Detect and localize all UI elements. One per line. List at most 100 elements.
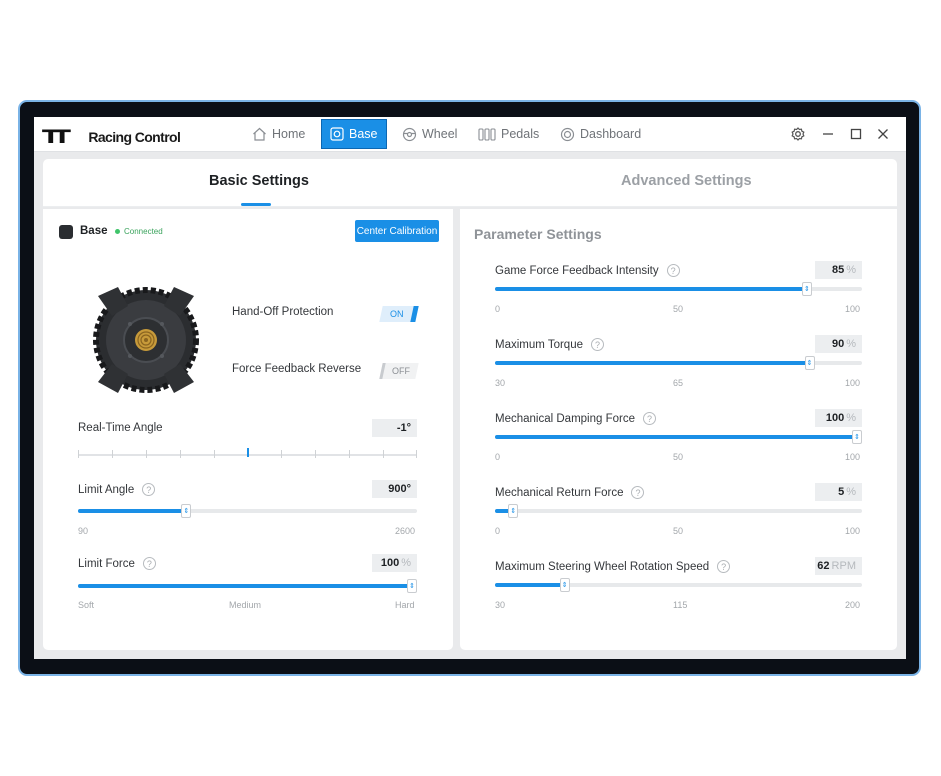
dashboard-icon [560, 127, 575, 141]
connection-status-text: Connected [124, 227, 163, 236]
param-label: Maximum Steering Wheel Rotation Speed ? [495, 560, 731, 573]
slider-handle[interactable]: ⇕ [559, 578, 570, 592]
help-icon[interactable]: ? [717, 560, 731, 573]
help-icon[interactable]: ? [591, 338, 604, 351]
param-value[interactable]: 100% [815, 409, 862, 427]
param-slider[interactable]: ⇕ [495, 504, 862, 518]
param-slider[interactable]: ⇕ [495, 578, 862, 592]
close-button[interactable] [875, 126, 891, 142]
param-scale-mid: 50 [673, 452, 684, 462]
slider-handle[interactable]: ⇕ [801, 282, 812, 296]
settings-tabs: Basic Settings Advanced Settings [43, 159, 897, 207]
angle-tick [78, 450, 79, 458]
help-icon[interactable]: ? [142, 557, 156, 570]
close-icon [878, 129, 888, 139]
nav-dashboard[interactable]: Dashboard [560, 119, 641, 149]
angle-tick [180, 450, 181, 458]
limit-angle-min: 90 [78, 526, 89, 536]
angle-tick [281, 450, 282, 458]
minimize-icon [823, 133, 833, 135]
limit-force-value[interactable]: 100% [372, 554, 417, 572]
tab-basic-settings[interactable]: Basic Settings [209, 173, 309, 189]
param-scale-min: 30 [495, 600, 506, 610]
nav-base[interactable]: Base [321, 119, 387, 149]
param-value[interactable]: 5% [815, 483, 862, 501]
param-value[interactable]: 62 RPM [815, 557, 862, 575]
nav-home[interactable]: Home [252, 119, 305, 149]
angle-tick [214, 450, 215, 458]
maximize-button[interactable] [848, 126, 864, 142]
hand-off-protection-label: Hand-Off Protection [232, 306, 334, 318]
limit-force-label: Limit Force ? [78, 557, 156, 570]
settings-button[interactable] [790, 126, 806, 142]
limit-force-text: Limit Force [78, 557, 135, 570]
param-label: Game Force Feedback Intensity ? [495, 264, 680, 277]
help-icon[interactable]: ? [642, 412, 656, 425]
limit-force-slider[interactable]: ⇕ [78, 579, 417, 593]
angle-tick [315, 450, 316, 458]
param-label: Mechanical Return Force ? [495, 486, 645, 499]
param-label-text: Mechanical Return Force [495, 486, 624, 499]
param-label-text: Maximum Torque [495, 338, 583, 351]
slider-fill [495, 583, 565, 587]
param-label-text: Mechanical Damping Force [495, 412, 635, 425]
slider-handle[interactable]: ⇕ [181, 504, 192, 518]
maximize-icon [850, 128, 862, 140]
limit-angle-label: Limit Angle ? [78, 483, 156, 496]
param-slider[interactable]: ⇕ [495, 282, 862, 296]
param-slider[interactable]: ⇕ [495, 356, 862, 370]
param-scale-max: 100 [845, 378, 861, 388]
param-scale-max: 100 [845, 452, 861, 462]
wheel-icon [402, 127, 417, 141]
angle-tick [416, 450, 417, 458]
title-bar: TT Racing Control Home Base Wheel Pedals… [34, 117, 906, 152]
param-label-text: Maximum Steering Wheel Rotation Speed [495, 560, 710, 573]
limit-angle-slider[interactable]: ⇕ [78, 504, 417, 518]
slider-handle[interactable]: ⇕ [804, 356, 815, 370]
nav-home-label: Home [272, 127, 306, 141]
param-scale-min: 0 [495, 452, 501, 462]
param-scale-min: 0 [495, 526, 501, 536]
help-icon[interactable]: ? [631, 486, 645, 499]
realtime-angle-label: Real-Time Angle [78, 422, 163, 434]
param-value-number: 62 [817, 560, 830, 572]
ffb-reverse-toggle-state: OFF [391, 366, 410, 376]
param-scale-min: 0 [495, 304, 501, 314]
limit-angle-value[interactable]: 900° [372, 480, 417, 498]
slider-fill [495, 287, 807, 291]
param-label-text: Game Force Feedback Intensity [495, 264, 659, 277]
param-value-number: 90 [831, 338, 845, 350]
param-scale-min: 30 [495, 378, 506, 388]
center-calibration-button[interactable]: Center Calibration [355, 220, 439, 242]
param-value[interactable]: 90% [815, 335, 862, 353]
nav-wheel[interactable]: Wheel [402, 119, 457, 149]
help-icon[interactable]: ? [666, 264, 680, 277]
nav-base-label: Base [349, 127, 378, 141]
home-icon [253, 127, 266, 141]
hand-off-protection-toggle[interactable]: ON [379, 306, 419, 322]
limit-force-unit: % [401, 557, 411, 569]
ffb-reverse-toggle[interactable]: OFF [379, 363, 419, 379]
help-icon[interactable]: ? [142, 483, 156, 496]
nav-pedals[interactable]: Pedals [478, 119, 539, 149]
param-slider[interactable]: ⇕ [495, 430, 862, 444]
realtime-angle-value: -1° [372, 419, 417, 437]
limit-angle-max: 2600 [395, 526, 416, 536]
angle-tick [112, 450, 113, 458]
realtime-angle-text: Real-Time Angle [78, 422, 163, 434]
param-scale-mid: 50 [673, 304, 684, 314]
param-value[interactable]: 85% [815, 261, 862, 279]
slider-fill [78, 509, 187, 513]
minimize-button[interactable] [820, 126, 836, 142]
basic-settings-panel: Base Connected Center Calibration Hand-O… [43, 209, 453, 650]
slider-handle[interactable]: ⇕ [508, 504, 519, 518]
slider-handle[interactable]: ⇕ [852, 430, 862, 444]
limit-angle-number: 900° [388, 483, 411, 495]
slider-handle[interactable]: ⇕ [407, 579, 417, 593]
pedals-icon [478, 128, 496, 141]
param-scale-max: 100 [845, 526, 861, 536]
param-value-unit: % [846, 412, 856, 424]
slider-fill [78, 584, 417, 588]
tab-advanced-settings[interactable]: Advanced Settings [621, 173, 752, 189]
param-value-unit: % [846, 338, 856, 350]
